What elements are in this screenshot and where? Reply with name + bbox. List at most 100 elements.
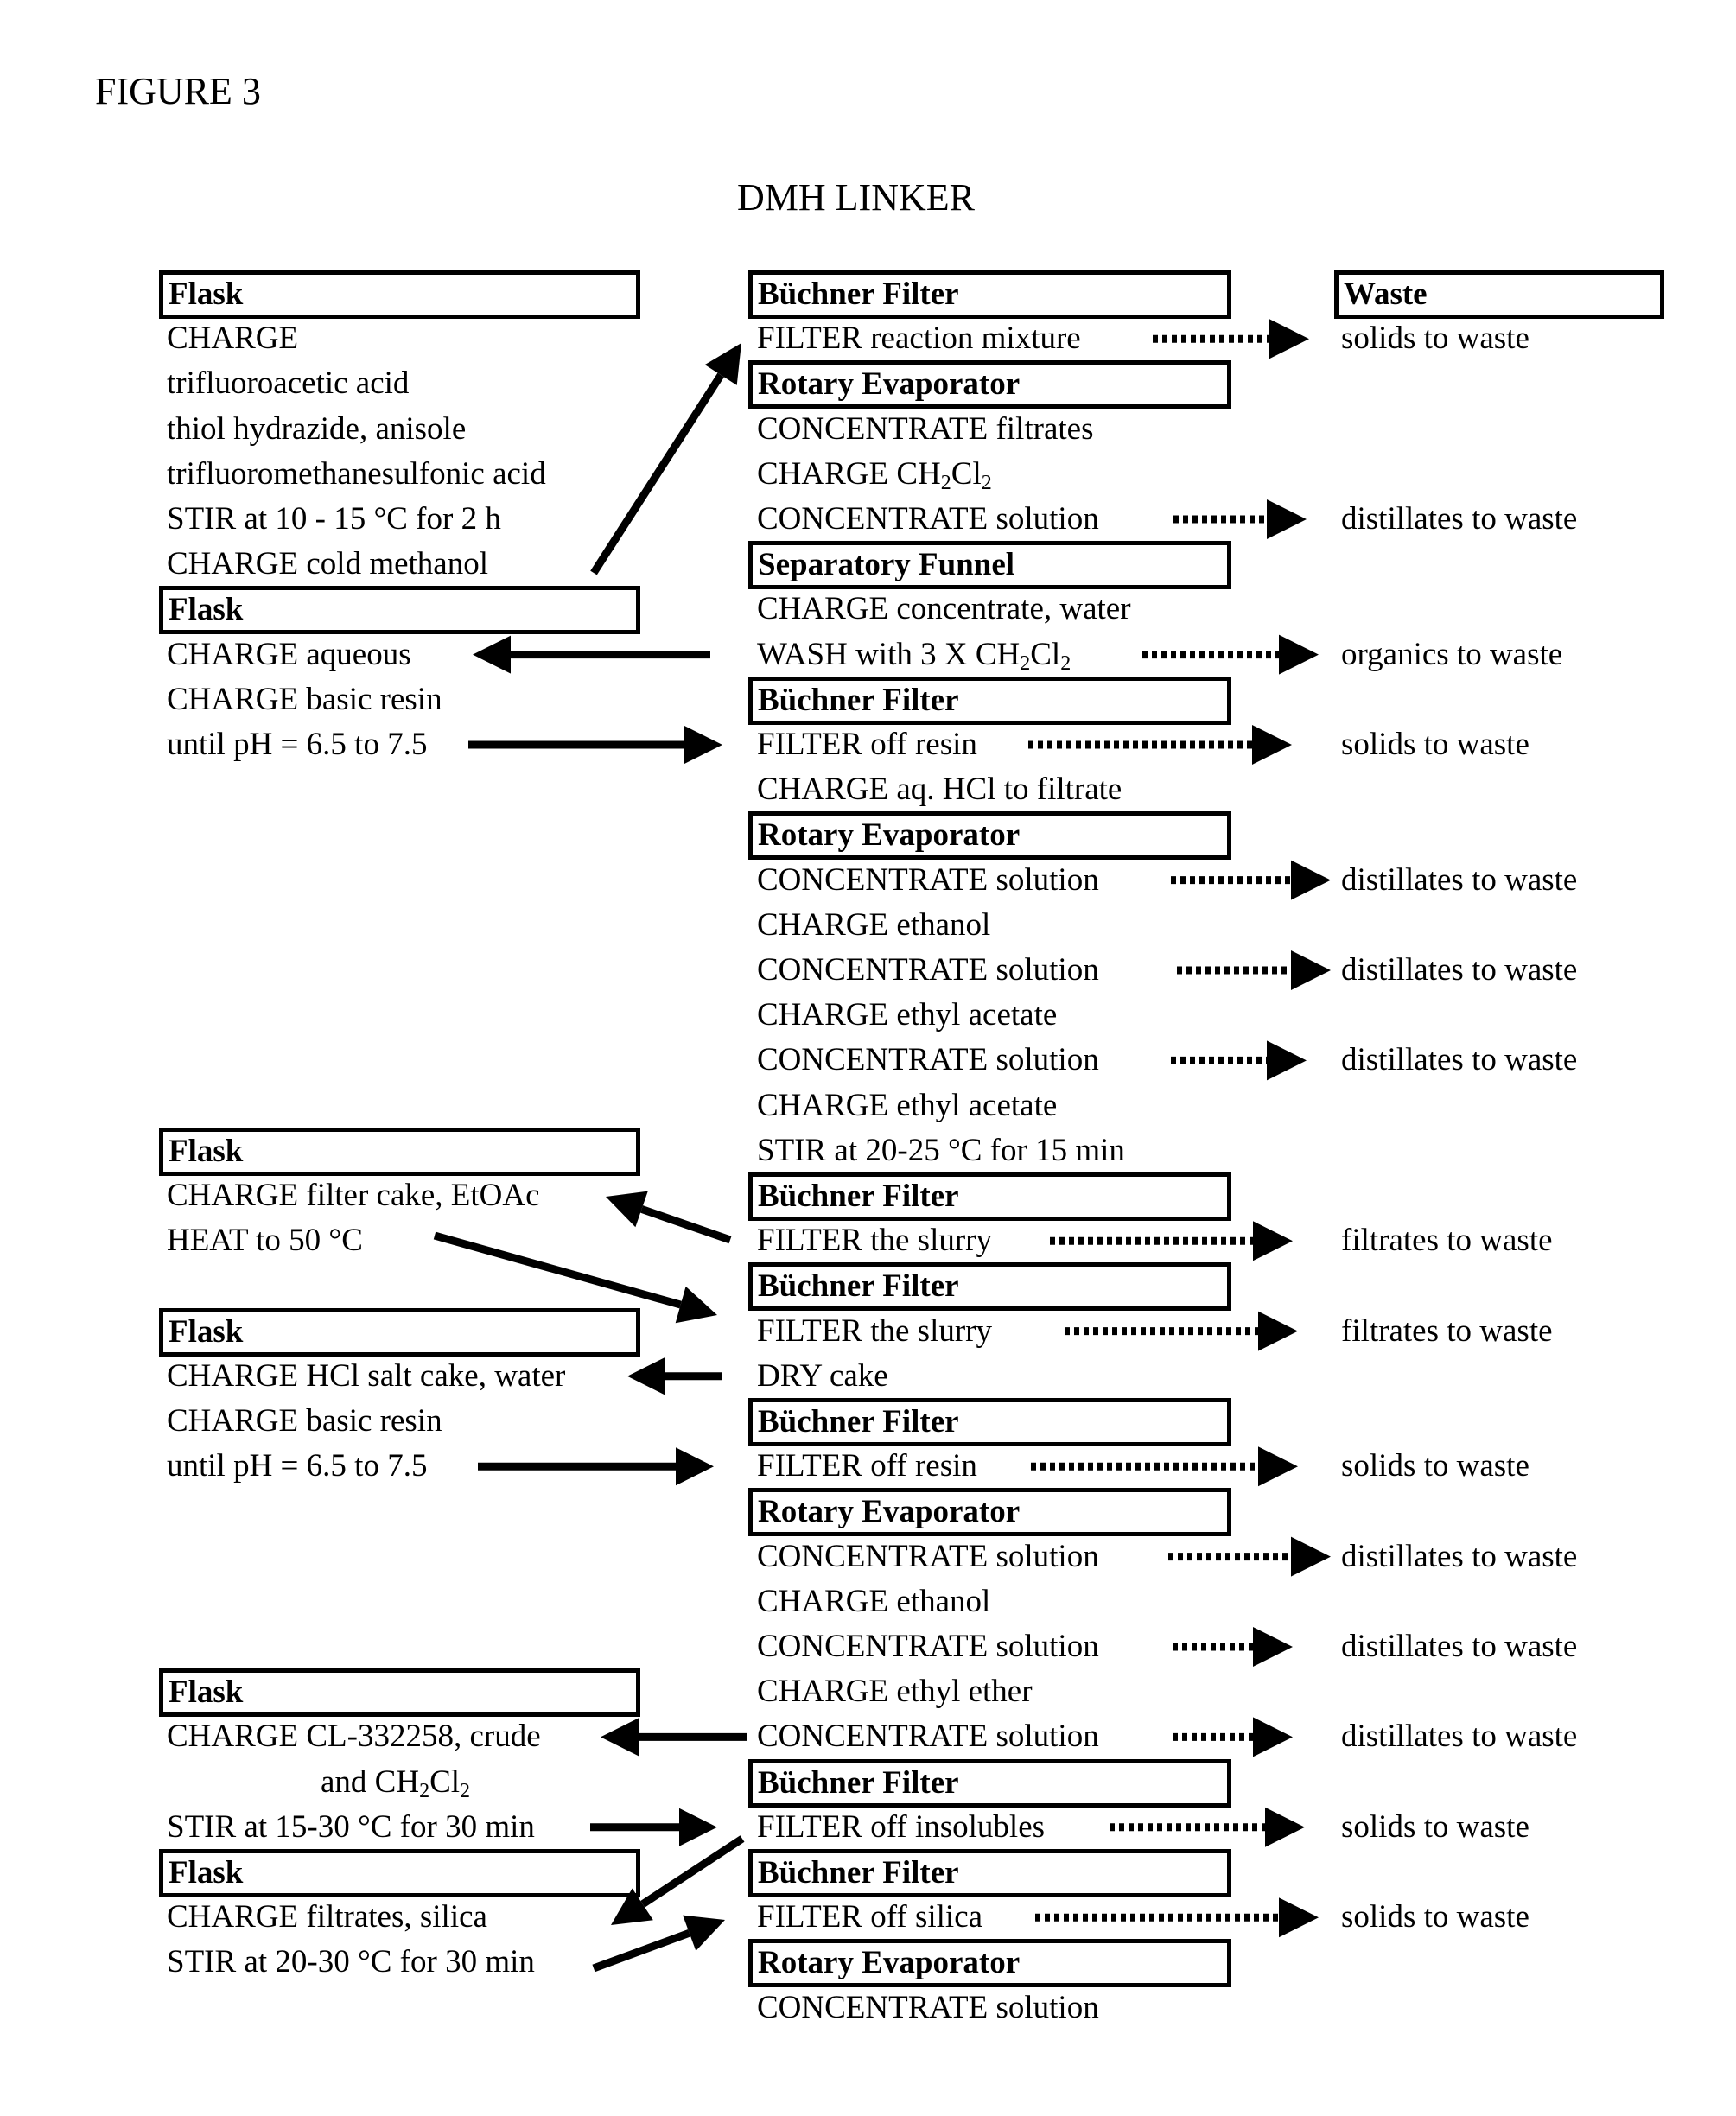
arrow-shaft bbox=[433, 1231, 682, 1309]
waste-transfer-arrow bbox=[1177, 950, 1331, 990]
equipment-step: CONCENTRATE solution bbox=[757, 861, 1099, 898]
flask-step: trifluoroacetic acid bbox=[167, 365, 410, 402]
transfer-arrow-left bbox=[627, 1357, 722, 1395]
transfer-arrow-up-left bbox=[606, 1191, 732, 1244]
arrow-shaft bbox=[592, 1929, 691, 1973]
arrowhead-icon bbox=[1267, 499, 1307, 539]
arrowhead-icon bbox=[675, 1286, 717, 1324]
waste-step: organics to waste bbox=[1341, 636, 1563, 672]
flask-step: STIR at 15-30 °C for 30 min bbox=[167, 1808, 535, 1845]
equipment-stage-box: Büchner Filter bbox=[748, 676, 1231, 725]
equipment-stage-box: Büchner Filter bbox=[748, 1262, 1231, 1312]
flask-stage-box: Flask bbox=[159, 1668, 640, 1718]
equipment-step: CHARGE ethyl ether bbox=[757, 1674, 1033, 1710]
waste-transfer-arrow bbox=[1173, 1717, 1293, 1757]
flask-stage-box: Flask bbox=[159, 586, 640, 635]
waste-transfer-arrow bbox=[1171, 860, 1331, 900]
equipment-stage-box: Büchner Filter bbox=[748, 270, 1231, 319]
flask-step: HEAT to 50 °C bbox=[167, 1223, 363, 1259]
flask-step: until pH = 6.5 to 7.5 bbox=[167, 1448, 428, 1484]
waste-transfer-arrow bbox=[1171, 1040, 1307, 1081]
equipment-step: CONCENTRATE solution bbox=[757, 1719, 1099, 1755]
arrowhead-icon bbox=[683, 1915, 725, 1951]
arrowhead-icon bbox=[1291, 1536, 1331, 1577]
equipment-step: FILTER off resin bbox=[757, 1448, 977, 1484]
transfer-arrow-up-right bbox=[592, 1915, 725, 1973]
flask-step: CHARGE bbox=[167, 321, 299, 357]
equipment-step: CONCENTRATE solution bbox=[757, 501, 1099, 537]
text-part: Cl bbox=[1030, 636, 1061, 672]
waste-step: solids to waste bbox=[1341, 1808, 1529, 1845]
waste-step: distillates to waste bbox=[1341, 1629, 1578, 1664]
waste-step: solids to waste bbox=[1341, 1448, 1529, 1484]
equipment-step: CONCENTRATE solution bbox=[757, 1629, 1099, 1664]
waste-step: distillates to waste bbox=[1341, 1719, 1578, 1755]
waste-step: filtrates to waste bbox=[1341, 1223, 1553, 1259]
arrowhead-icon bbox=[1269, 319, 1309, 359]
equipment-stage-box: Büchner Filter bbox=[748, 1172, 1231, 1221]
flask-stage-box: Flask bbox=[159, 270, 640, 319]
waste-step: distillates to waste bbox=[1341, 501, 1578, 537]
arrowhead-icon bbox=[1253, 1627, 1293, 1667]
arrowhead-icon bbox=[676, 1447, 714, 1486]
arrowhead-icon bbox=[704, 343, 741, 385]
flask-step: and CH2Cl2 bbox=[321, 1760, 470, 1805]
equipment-stage-box: Büchner Filter bbox=[748, 1758, 1231, 1808]
text-part: CHARGE CH bbox=[757, 455, 941, 492]
arrowhead-icon bbox=[1258, 1446, 1298, 1487]
flask-step: trifluoromethanesulfonic acid bbox=[167, 455, 546, 492]
arrowhead-icon bbox=[473, 635, 511, 674]
equipment-step: DRY cake bbox=[757, 1357, 888, 1394]
transfer-arrow-left bbox=[473, 635, 710, 674]
text-part: Cl bbox=[951, 455, 982, 492]
flask-step: CHARGE HCl salt cake, water bbox=[167, 1357, 566, 1394]
waste-step: filtrates to waste bbox=[1341, 1312, 1553, 1349]
arrow-shaft bbox=[640, 1205, 732, 1244]
subscript: 2 bbox=[460, 1779, 471, 1802]
flask-step: STIR at 20-30 °C for 30 min bbox=[167, 1944, 535, 1980]
waste-step: solids to waste bbox=[1341, 1899, 1529, 1935]
flask-step: CHARGE cold methanol bbox=[167, 546, 489, 582]
waste-transfer-arrow bbox=[1110, 1807, 1305, 1847]
figure-label: FIGURE 3 bbox=[95, 70, 261, 112]
waste-transfer-arrow bbox=[1050, 1221, 1293, 1261]
flask-step: thiol hydrazide, anisole bbox=[167, 410, 467, 447]
flask-stage-box: Flask bbox=[159, 1307, 640, 1357]
arrowhead-icon bbox=[1265, 1807, 1305, 1847]
waste-step: distillates to waste bbox=[1341, 952, 1578, 988]
flask-step: CHARGE basic resin bbox=[167, 1403, 442, 1439]
flask-step: CHARGE filter cake, EtOAc bbox=[167, 1178, 540, 1213]
waste-stage-box: Waste bbox=[1334, 270, 1664, 319]
arrowhead-icon bbox=[1252, 725, 1292, 765]
arrowhead-icon bbox=[1291, 950, 1331, 990]
waste-transfer-arrow bbox=[1035, 1897, 1319, 1938]
arrowhead-icon bbox=[627, 1357, 665, 1395]
equipment-step: CONCENTRATE solution bbox=[757, 1538, 1099, 1574]
equipment-step: WASH with 3 X CH2Cl2 bbox=[757, 632, 1071, 677]
equipment-stage-box: Büchner Filter bbox=[748, 1398, 1231, 1446]
arrowhead-icon bbox=[679, 1808, 717, 1846]
transfer-arrow-right bbox=[468, 726, 722, 764]
waste-step: distillates to waste bbox=[1341, 1042, 1578, 1078]
arrowhead-icon bbox=[1253, 1221, 1293, 1261]
waste-transfer-arrow bbox=[1153, 319, 1309, 359]
subscript: 2 bbox=[981, 471, 992, 494]
equipment-step: CONCENTRATE solution bbox=[757, 1042, 1099, 1078]
waste-transfer-arrow bbox=[1173, 1627, 1293, 1667]
flask-step: STIR at 10 - 15 °C for 2 h bbox=[167, 501, 501, 537]
waste-transfer-arrow bbox=[1142, 634, 1319, 675]
text-part: and CH bbox=[321, 1763, 420, 1800]
equipment-stage-box: Rotary Evaporator bbox=[748, 1939, 1231, 1988]
waste-transfer-arrow bbox=[1028, 725, 1292, 765]
equipment-step: CHARGE aq. HCl to filtrate bbox=[757, 772, 1122, 808]
waste-step: solids to waste bbox=[1341, 727, 1529, 762]
arrowhead-icon bbox=[684, 726, 722, 764]
waste-step: distillates to waste bbox=[1341, 1538, 1578, 1574]
diagram-title: DMH LINKER bbox=[737, 176, 975, 219]
arrowhead-icon bbox=[1267, 1040, 1307, 1081]
equipment-step: CONCENTRATE solution bbox=[757, 952, 1099, 988]
flask-step: CHARGE CL-332258, crude bbox=[167, 1719, 541, 1755]
equipment-step: FILTER off silica bbox=[757, 1899, 983, 1935]
waste-transfer-arrow bbox=[1031, 1446, 1298, 1487]
flask-step: CHARGE filtrates, silica bbox=[167, 1899, 487, 1935]
